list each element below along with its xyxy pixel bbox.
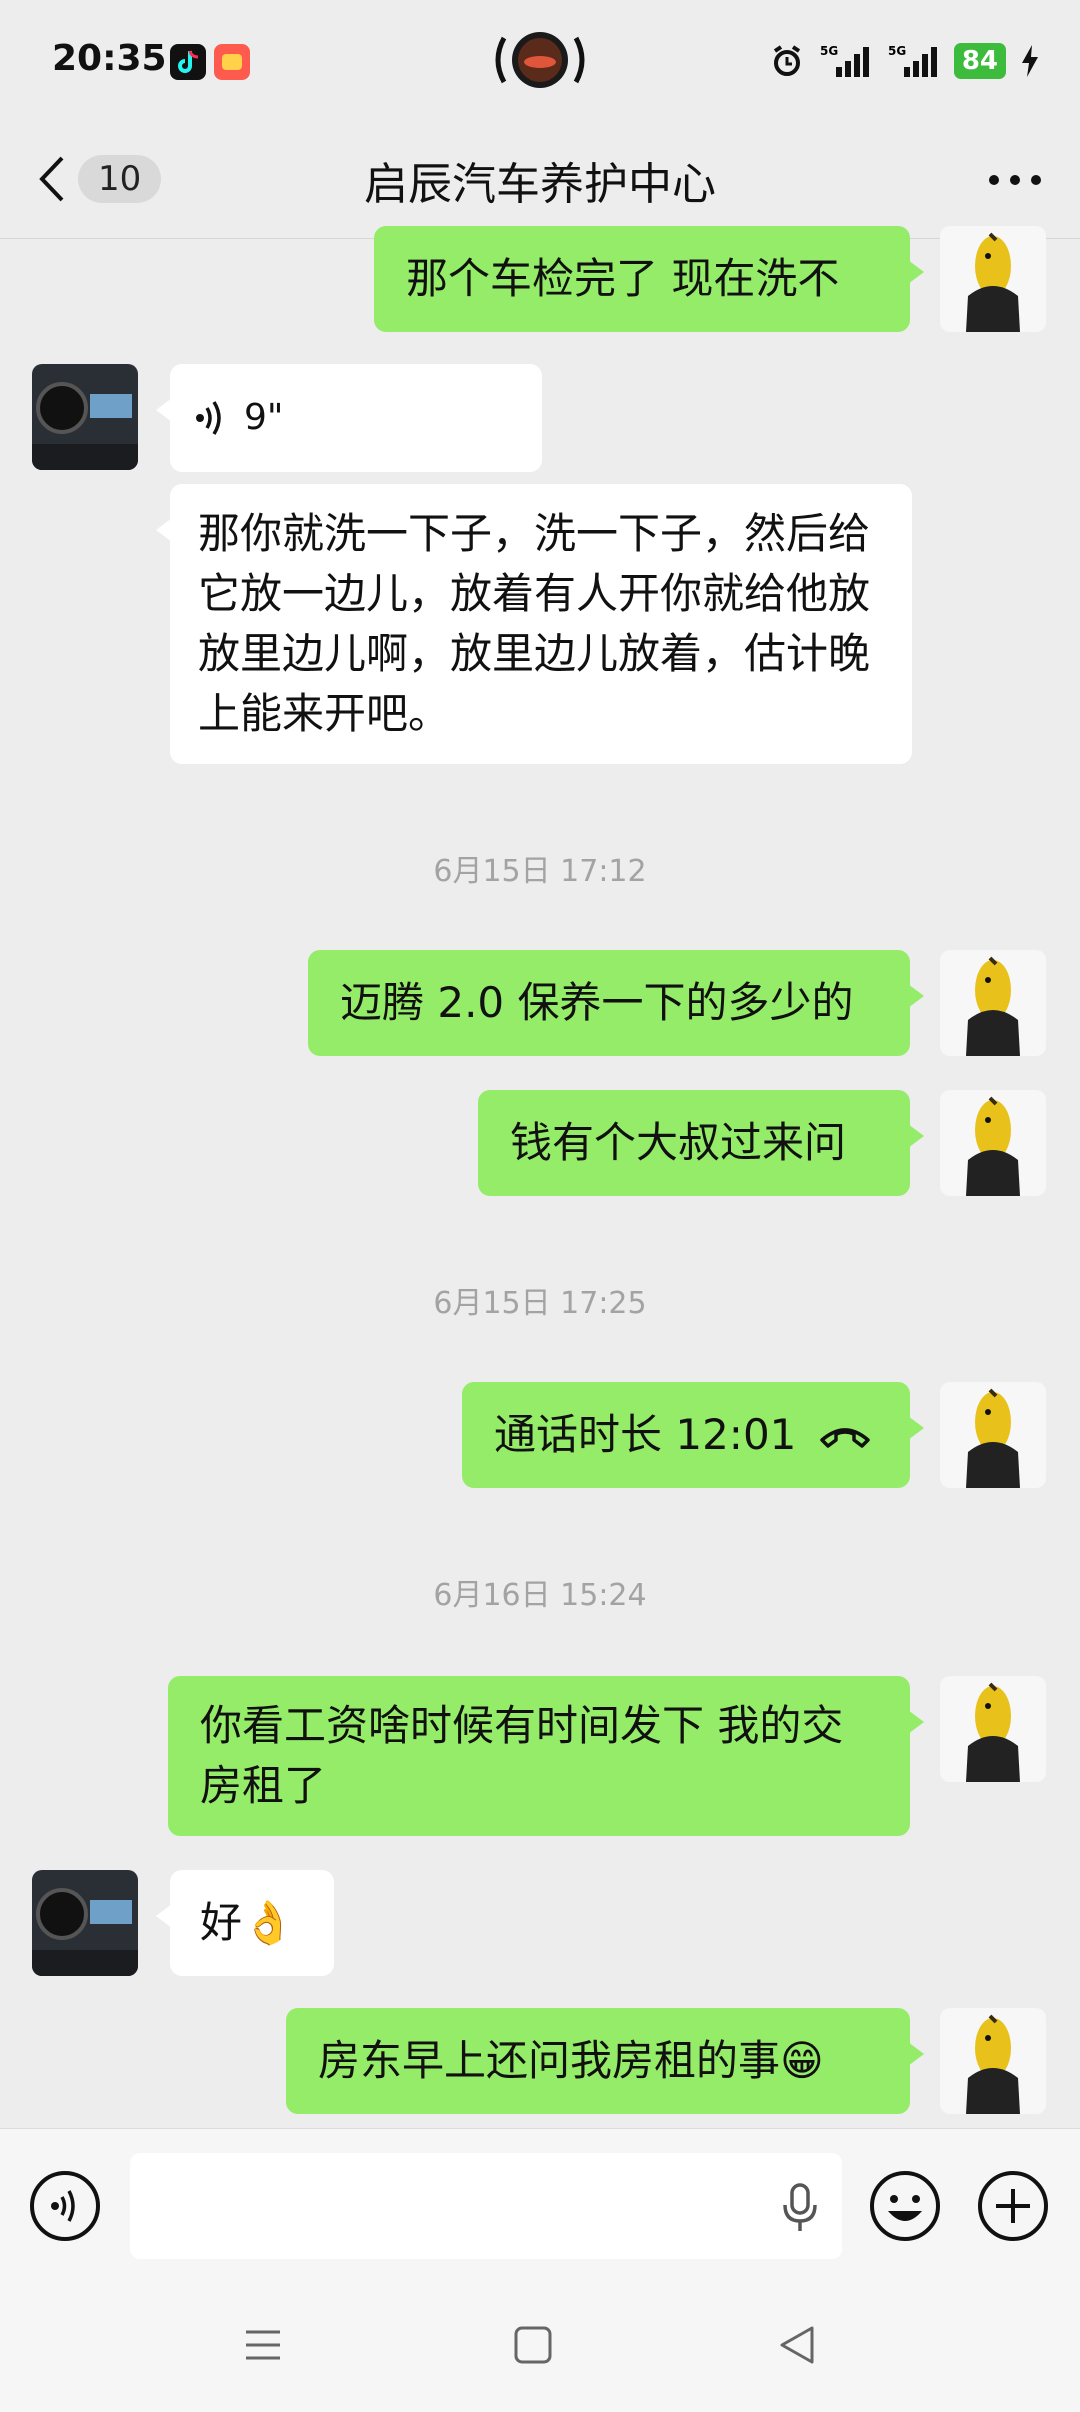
plus-icon[interactable]	[976, 2169, 1050, 2243]
my-avatar[interactable]	[940, 1090, 1046, 1196]
contact-avatar[interactable]	[32, 364, 138, 470]
call-record-bubble[interactable]: 通话时长 12:01	[462, 1382, 924, 1488]
timestamp: 6月16日 15:24	[433, 1578, 647, 1613]
home-icon[interactable]	[512, 2324, 554, 2366]
svg-text:5G: 5G	[888, 44, 906, 58]
message-input[interactable]	[130, 2153, 842, 2259]
battery-level: 84	[953, 43, 1006, 79]
svg-text:5G: 5G	[820, 44, 838, 58]
tiktok-app-icon	[170, 44, 206, 80]
message-text: 好👌	[200, 1898, 295, 1947]
charging-icon	[1022, 45, 1038, 77]
more-button[interactable]	[980, 148, 1050, 208]
back-nav-icon[interactable]	[776, 2324, 818, 2366]
message-bubble-sent[interactable]: 钱有个大叔过来问	[478, 1090, 924, 1196]
status-time: 20:35	[52, 38, 167, 79]
voice-wave-icon	[196, 401, 221, 435]
message-text: 那个车检完了 现在洗不	[406, 254, 840, 303]
message-bubble-received[interactable]: 好👌	[156, 1870, 334, 1976]
status-bar: 20:35 5G 5G 84	[0, 0, 1080, 120]
message-bubble-sent[interactable]: 你看工资啥时候有时间发下 我的交房租了	[168, 1676, 924, 1836]
notification-app-icon	[214, 44, 250, 80]
message-bubble-sent[interactable]: 房东早上还问我房租的事😁	[286, 2008, 924, 2114]
microphone-icon[interactable]	[780, 2183, 820, 2233]
menu-icon[interactable]	[242, 2324, 284, 2366]
signal-5g-icon: 5G	[820, 44, 869, 77]
signal-5g-icon-2: 5G	[888, 44, 937, 77]
input-bar	[0, 2128, 1080, 2285]
alarm-icon	[773, 45, 800, 76]
message-text: 钱有个大叔过来问	[510, 1118, 847, 1167]
message-bubble-received[interactable]: 那你就洗一下子，洗一下子，然后给它放一边儿，放着有人开你就给他放放里边儿啊，放里…	[156, 484, 912, 764]
voice-duration: 9"	[244, 397, 284, 438]
my-avatar[interactable]	[940, 1382, 1046, 1488]
message-text: 你看工资啥时候有时间发下 我的交房租了	[200, 1701, 844, 1810]
timestamp: 6月15日 17:25	[433, 1286, 647, 1321]
message-text: 房东早上还问我房租的事😁	[318, 2036, 824, 2085]
call-duration-text: 通话时长 12:01	[494, 1410, 797, 1459]
emoji-icon[interactable]	[868, 2169, 942, 2243]
status-indicators: 5G 5G 84	[770, 36, 1040, 86]
more-dots-icon	[989, 175, 1041, 185]
contact-avatar[interactable]	[32, 1870, 138, 1976]
message-text: 迈腾 2.0 保养一下的多少的	[340, 978, 854, 1027]
my-avatar[interactable]	[940, 950, 1046, 1056]
my-avatar[interactable]	[940, 2008, 1046, 2114]
phone-hangup-icon	[820, 1428, 871, 1448]
message-bubble-sent[interactable]: 那个车检完了 现在洗不	[374, 226, 924, 332]
system-nav-bar	[0, 2284, 1080, 2412]
chat-header: 10 启辰汽车养护中心	[0, 120, 1080, 239]
my-avatar[interactable]	[940, 226, 1046, 332]
my-avatar[interactable]	[940, 1676, 1046, 1782]
timestamp: 6月15日 17:12	[433, 854, 647, 889]
message-text: 那你就洗一下子，洗一下子，然后给它放一边儿，放着有人开你就给他放放里边儿啊，放里…	[198, 509, 871, 738]
live-activity-icon	[490, 28, 590, 92]
voice-input-toggle[interactable]	[28, 2169, 102, 2243]
message-bubble-sent[interactable]: 迈腾 2.0 保养一下的多少的	[308, 950, 924, 1056]
voice-message-bubble[interactable]: 9"	[156, 364, 542, 472]
chat-title: 启辰汽车养护中心	[364, 159, 716, 210]
